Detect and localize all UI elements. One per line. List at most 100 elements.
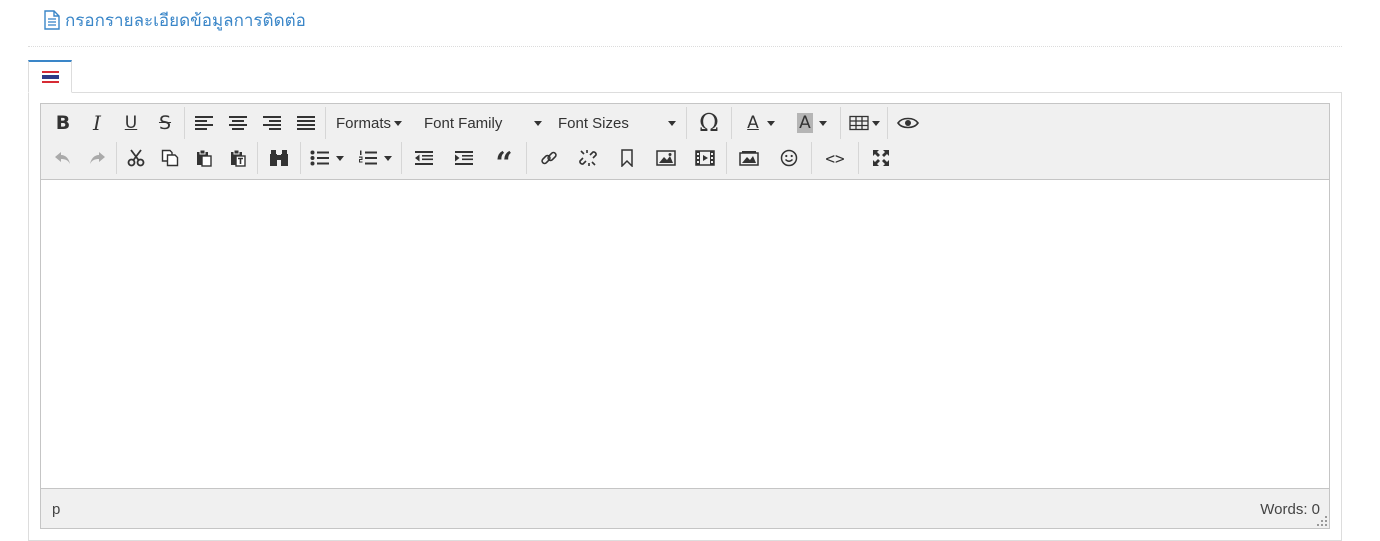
editor-toolbar: B I U S Formats Font Family Font Sizes Ω…: [41, 104, 1329, 180]
indent-icon: [455, 151, 473, 165]
indent-button[interactable]: [444, 143, 484, 173]
formats-label: Formats: [336, 114, 392, 132]
paste-button[interactable]: [187, 143, 221, 173]
font-sizes-label: Font Sizes: [558, 114, 629, 132]
unlink-icon: [578, 150, 597, 166]
underline-button[interactable]: U: [114, 108, 148, 138]
align-right-button[interactable]: [255, 108, 289, 138]
font-family-dropdown[interactable]: Font Family: [416, 108, 550, 138]
undo-icon: [55, 152, 70, 164]
insert-link-button[interactable]: [529, 143, 568, 173]
table-button[interactable]: [843, 108, 885, 138]
link-icon: [540, 151, 557, 165]
chevron-down-icon: [534, 120, 542, 126]
image-icon: [655, 150, 676, 166]
special-character-button[interactable]: Ω: [689, 108, 729, 138]
copy-icon: [161, 149, 179, 167]
fullscreen-button[interactable]: [861, 143, 901, 173]
chevron-down-icon: [336, 155, 344, 161]
paste-text-button[interactable]: [221, 143, 255, 173]
align-left-button[interactable]: [187, 108, 221, 138]
editor-content-area[interactable]: [41, 180, 1329, 487]
text-color-icon: A: [747, 113, 759, 133]
formats-dropdown[interactable]: Formats: [328, 108, 416, 138]
thai-flag-icon: [41, 71, 59, 83]
gallery-button[interactable]: [729, 143, 769, 173]
outdent-button[interactable]: [404, 143, 444, 173]
element-path[interactable]: p: [52, 501, 60, 518]
eye-icon: [897, 117, 919, 129]
fullscreen-group: [859, 142, 903, 174]
paste-icon: [197, 149, 212, 167]
copy-button[interactable]: [153, 143, 187, 173]
section-title-text: กรอกรายละเอียดข้อมูลการติดต่อ: [65, 10, 306, 31]
quote-icon: “: [495, 146, 513, 181]
blockquote-button[interactable]: “: [484, 143, 524, 179]
source-code-button[interactable]: <>: [814, 143, 856, 173]
tab-language-thai[interactable]: [28, 60, 72, 93]
title-divider: [28, 46, 1342, 47]
color-group: A A: [732, 107, 841, 139]
cut-button[interactable]: [119, 143, 153, 173]
align-right-icon: [263, 116, 281, 130]
list-group: [301, 142, 402, 174]
table-group: [841, 107, 888, 139]
link-media-group: [527, 142, 727, 174]
anchor-button[interactable]: [607, 143, 646, 173]
align-left-icon: [195, 116, 213, 130]
resize-handle-icon[interactable]: [1317, 516, 1327, 526]
bullet-list-icon: [310, 150, 329, 166]
indent-group: “: [402, 142, 527, 179]
chevron-down-icon: [668, 120, 676, 126]
search-group: [258, 142, 301, 174]
background-color-icon: A: [797, 113, 813, 133]
preview-button[interactable]: [890, 108, 926, 138]
outdent-icon: [415, 151, 433, 165]
font-family-label: Font Family: [424, 114, 503, 132]
redo-icon: [90, 152, 105, 164]
document-icon: [43, 10, 61, 30]
italic-button[interactable]: I: [80, 108, 114, 138]
align-group: [185, 107, 326, 139]
preview-group: [888, 107, 928, 139]
fullscreen-icon: [873, 150, 889, 166]
chevron-down-icon: [384, 155, 392, 161]
italic-icon: I: [93, 111, 101, 135]
text-color-button[interactable]: A: [734, 108, 786, 138]
font-sizes-dropdown[interactable]: Font Sizes: [550, 108, 684, 138]
unlink-button[interactable]: [568, 143, 607, 173]
insert-media-button[interactable]: [685, 143, 724, 173]
bold-button[interactable]: B: [46, 108, 80, 138]
insert-image-button[interactable]: [646, 143, 685, 173]
smiley-icon: [780, 149, 798, 167]
toolbar-row-1: B I U S Formats Font Family Font Sizes Ω…: [41, 107, 1329, 139]
align-center-button[interactable]: [221, 108, 255, 138]
insert-extra-group: [727, 142, 812, 174]
table-icon: [848, 115, 869, 131]
bookmark-icon: [620, 149, 633, 167]
omega-icon: Ω: [699, 109, 719, 137]
chevron-down-icon: [818, 120, 827, 126]
rich-text-editor: B I U S Formats Font Family Font Sizes Ω…: [40, 103, 1330, 529]
bullet-list-button[interactable]: [303, 143, 351, 173]
chevron-down-icon: [766, 120, 775, 126]
redo-button[interactable]: [80, 143, 114, 173]
gallery-icon: [739, 151, 759, 166]
style-select-group: Formats Font Family Font Sizes: [326, 107, 687, 139]
toolbar-row-2: “ <>: [41, 142, 1329, 179]
emoticons-button[interactable]: [769, 143, 809, 173]
paste-text-icon: [231, 149, 246, 167]
charmap-group: Ω: [687, 107, 732, 139]
background-color-button[interactable]: A: [786, 108, 838, 138]
clipboard-group: [117, 142, 258, 174]
code-group: <>: [812, 142, 859, 174]
film-icon: [694, 150, 715, 166]
find-replace-button[interactable]: [260, 143, 298, 173]
bold-icon: B: [55, 112, 71, 134]
numbered-list-button[interactable]: [351, 143, 399, 173]
numbered-list-icon: [359, 150, 377, 164]
align-justify-button[interactable]: [289, 108, 323, 138]
undo-button[interactable]: [46, 143, 80, 173]
align-justify-icon: [297, 116, 315, 130]
strikethrough-button[interactable]: S: [148, 108, 182, 138]
